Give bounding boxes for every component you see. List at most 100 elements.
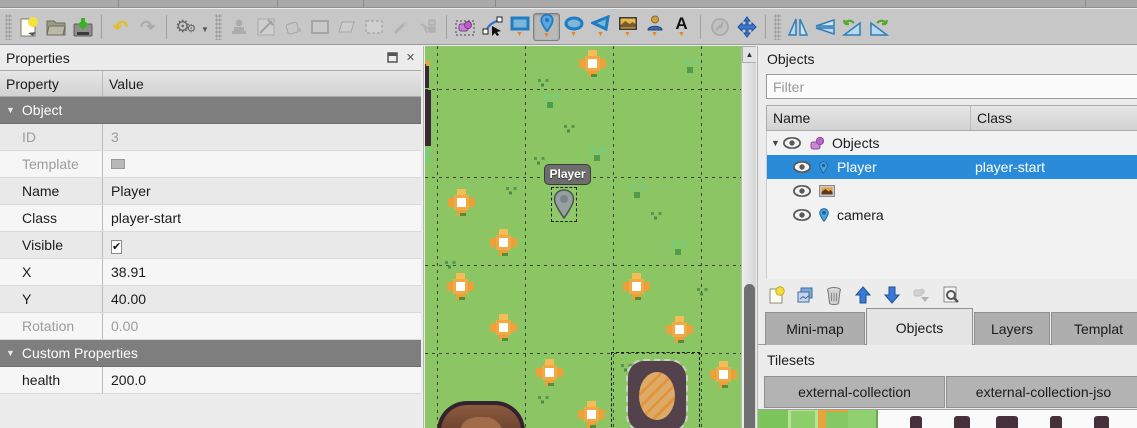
add-object-button[interactable] xyxy=(766,285,786,305)
rotate-right-button[interactable] xyxy=(865,13,892,41)
tileset-tile[interactable] xyxy=(996,416,1018,428)
toolbar-drag-handle[interactable] xyxy=(215,14,222,40)
property-row-class: Class player-start xyxy=(0,205,421,232)
tileset-tab-external-collection-json[interactable]: external-collection-jso xyxy=(946,376,1137,408)
eraser-icon xyxy=(333,13,360,41)
dropdown-arrow-icon: ▼ xyxy=(624,32,631,38)
tileset-tile[interactable] xyxy=(848,410,878,428)
selected-tile-object[interactable] xyxy=(628,361,686,428)
raise-object-button[interactable] xyxy=(853,285,873,305)
duplicate-object-button[interactable] xyxy=(795,285,815,305)
point-object-icon xyxy=(819,208,829,222)
tree-row-objects-layer[interactable]: ▼ Objects xyxy=(767,131,1137,155)
lower-object-button[interactable] xyxy=(882,285,902,305)
visibility-eye-icon[interactable] xyxy=(793,209,811,221)
flip-horizontal-button[interactable] xyxy=(784,13,811,41)
name-value[interactable]: Player xyxy=(103,178,421,204)
grid-line xyxy=(425,89,741,90)
magic-wand-icon xyxy=(387,13,414,41)
grass-tuft xyxy=(534,157,546,166)
properties-panel: Properties ✕ Property Value ▼ Object ID … xyxy=(0,46,424,428)
visibility-eye-icon[interactable] xyxy=(793,161,811,173)
insert-polygon-button[interactable]: ▼ xyxy=(587,13,614,41)
flip-vertical-button[interactable] xyxy=(811,13,838,41)
float-panel-icon[interactable] xyxy=(386,52,399,65)
filter-input[interactable] xyxy=(766,74,1137,99)
insert-ellipse-button[interactable]: ▼ xyxy=(560,13,587,41)
dock-tab-bar: Mini-map Objects Layers Templat xyxy=(758,308,1137,345)
toolbar-drag-handle[interactable] xyxy=(774,14,781,40)
tileset-tile[interactable] xyxy=(788,410,818,428)
bucket-fill-icon xyxy=(279,13,306,41)
tileset-tile[interactable] xyxy=(758,410,788,428)
insert-point-button[interactable]: ▼ xyxy=(533,13,560,41)
commands-button[interactable]: ⚙⚙ ▼ xyxy=(172,13,212,41)
delete-object-button[interactable] xyxy=(824,285,844,305)
property-group-custom-properties[interactable]: ▼ Custom Properties xyxy=(0,340,421,367)
scrollbar-thumb[interactable] xyxy=(744,284,755,428)
undo-button[interactable]: ↶ xyxy=(107,13,134,41)
insert-tile-button[interactable]: ▼ xyxy=(614,13,641,41)
tilesets-panel-title: Tilesets xyxy=(767,352,815,368)
flower-tile xyxy=(666,316,693,343)
map-canvas[interactable]: Player ▲ xyxy=(425,46,756,428)
select-objects-button[interactable] xyxy=(452,13,479,41)
visibility-eye-icon[interactable] xyxy=(793,185,811,197)
properties-panel-title: Properties xyxy=(0,46,423,70)
rect-select-icon xyxy=(360,13,387,41)
x-value[interactable]: 38.91 xyxy=(103,259,421,285)
same-tile-select-icon xyxy=(414,13,441,41)
tileset-tile[interactable] xyxy=(1050,416,1062,428)
collapse-arrow-icon[interactable]: ▼ xyxy=(771,138,783,148)
bush-tile xyxy=(588,147,610,163)
tree-row-player[interactable]: Player player-start xyxy=(767,155,1137,179)
player-point-marker[interactable] xyxy=(553,189,575,219)
collapse-arrow-icon: ▼ xyxy=(6,105,15,115)
objects-table-header: Name Class xyxy=(766,105,1137,131)
toolbar-drag-handle[interactable] xyxy=(5,14,12,40)
stamp-brush-icon xyxy=(225,13,252,41)
property-group-object[interactable]: ▼ Object xyxy=(0,97,421,124)
tab-templates[interactable]: Templat xyxy=(1051,312,1137,345)
y-value[interactable]: 40.00 xyxy=(103,286,421,312)
insert-template-button[interactable]: ▼ xyxy=(641,13,668,41)
canvas-vertical-scrollbar[interactable]: ▲ xyxy=(741,46,756,428)
move-tool-button[interactable] xyxy=(733,13,760,41)
tree-row-tile-object[interactable] xyxy=(767,179,1137,203)
tileset-tile[interactable] xyxy=(954,416,970,428)
open-file-button[interactable] xyxy=(42,13,69,41)
visibility-eye-icon[interactable] xyxy=(783,137,801,149)
map-tile-fragment xyxy=(426,61,430,66)
tileset-view[interactable] xyxy=(758,409,1137,428)
grass-tuft xyxy=(538,396,550,405)
property-row-rotation: Rotation 0.00 xyxy=(0,313,421,340)
tileset-tile[interactable] xyxy=(1094,416,1109,428)
tab-mini-map[interactable]: Mini-map xyxy=(765,312,865,345)
bush-tile xyxy=(628,184,650,200)
edit-polygons-button[interactable] xyxy=(479,13,506,41)
new-map-button[interactable] xyxy=(15,13,42,41)
rotate-left-button[interactable] xyxy=(838,13,865,41)
objects-tree: ▼ Objects Player player-start xyxy=(766,131,1137,279)
insert-text-button[interactable]: A ▼ xyxy=(668,13,695,41)
save-button[interactable] xyxy=(69,13,96,41)
property-row-y: Y 40.00 xyxy=(0,286,421,313)
tree-row-camera[interactable]: camera xyxy=(767,203,1137,227)
object-name-label: Player xyxy=(544,164,591,185)
class-value[interactable]: player-start xyxy=(103,205,421,231)
health-value[interactable]: 200.0 xyxy=(103,367,421,393)
tab-objects[interactable]: Objects xyxy=(866,308,973,345)
objects-panel-title: Objects xyxy=(767,51,814,67)
tab-layers[interactable]: Layers xyxy=(974,312,1050,345)
tileset-tab-external-collection[interactable]: external-collection xyxy=(764,376,945,408)
properties-table-header: Property Value xyxy=(0,70,421,97)
tileset-tile[interactable] xyxy=(818,410,848,428)
visible-checkbox[interactable]: ✔ xyxy=(111,240,122,254)
tile-object-icon xyxy=(819,185,835,197)
tileset-tile[interactable] xyxy=(910,416,922,428)
scroll-up-button[interactable]: ▲ xyxy=(742,46,756,63)
dropdown-arrow-icon: ▼ xyxy=(651,32,658,38)
insert-rectangle-button[interactable]: ▼ xyxy=(506,13,533,41)
close-panel-icon[interactable]: ✕ xyxy=(404,52,417,65)
object-properties-button[interactable] xyxy=(940,285,960,305)
